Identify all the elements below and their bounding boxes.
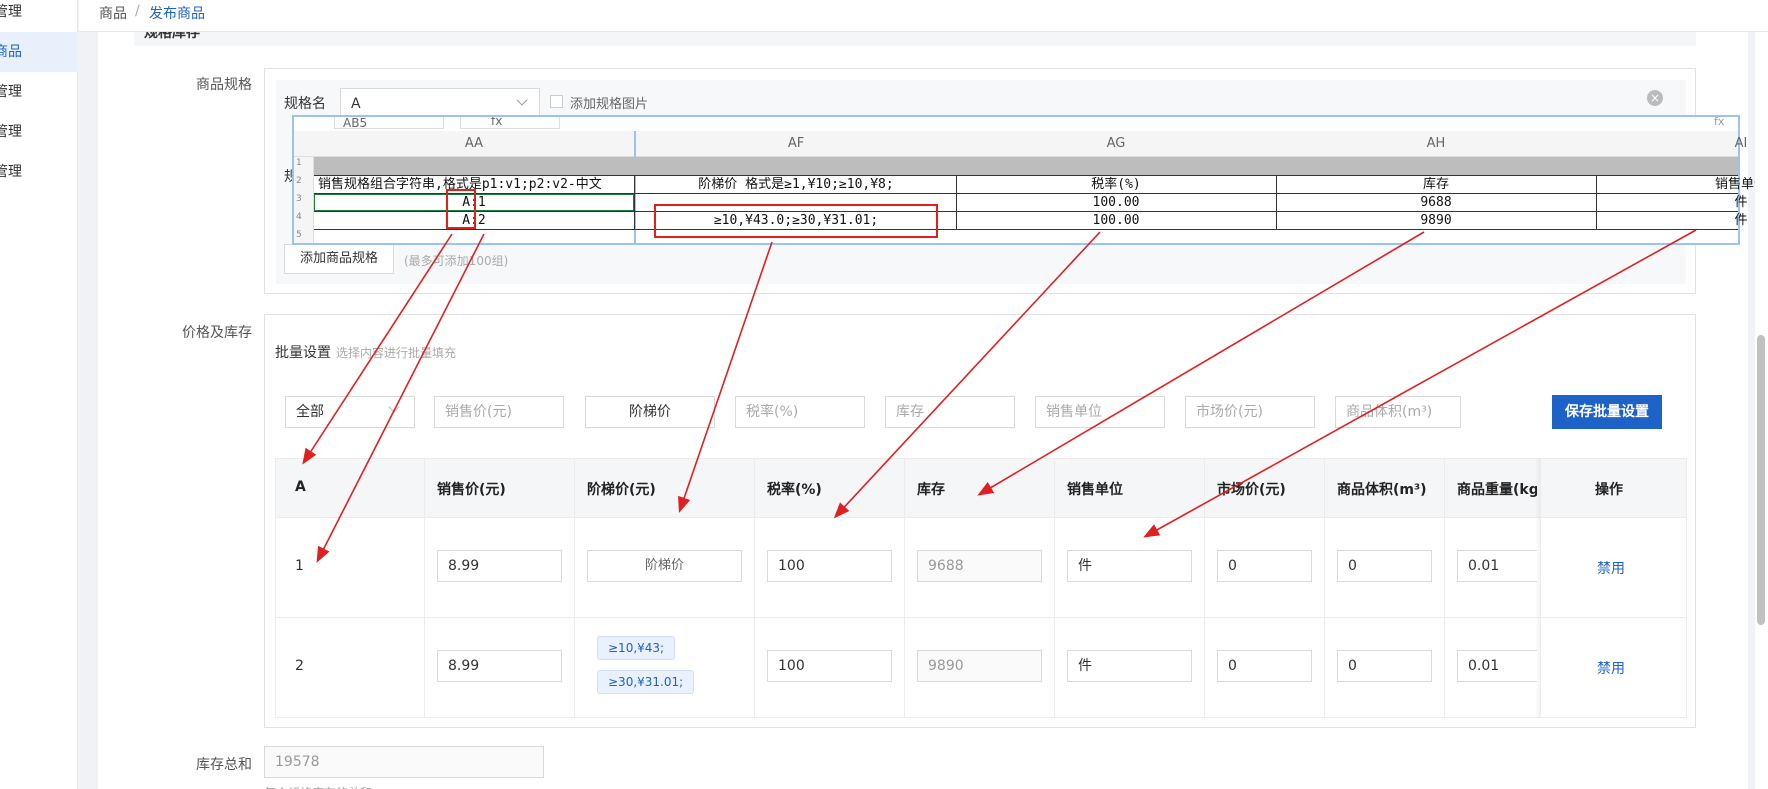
arrow-ai-to-unit [1143, 229, 1697, 538]
arrow-af-to-tier [678, 241, 773, 514]
annotation-arrows [302, 229, 1697, 563]
arrow-ah-to-stock [977, 231, 1425, 496]
arrow-ag-to-tax [833, 231, 1101, 519]
arrow-aa-to-header [302, 233, 453, 465]
arrow-aa-to-row [316, 233, 485, 563]
